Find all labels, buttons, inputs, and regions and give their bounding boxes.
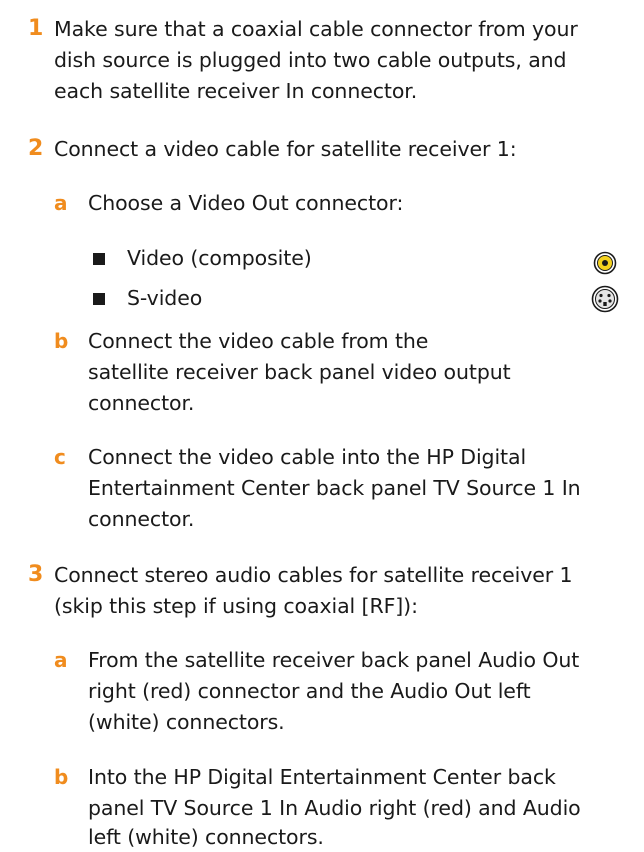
bullet-square: [93, 293, 105, 305]
step-number-1: 1: [28, 16, 44, 41]
substep-3b-line-2: panel TV Source 1 In Audio right (red) a…: [88, 796, 581, 820]
substep-letter-3a: a: [54, 648, 68, 672]
substep-letter-2b: b: [54, 329, 69, 353]
substep-letter-2c: c: [54, 445, 66, 469]
bullet-video-composite: Video (composite): [127, 246, 312, 270]
step-3-line-1: Connect stereo audio cables for satellit…: [54, 563, 573, 587]
substep-2a-line-1: Choose a Video Out connector:: [88, 191, 404, 215]
substep-letter-3b: b: [54, 765, 69, 789]
step-2-line-1: Connect a video cable for satellite rece…: [54, 137, 517, 161]
substep-3b-line-3: left (white) connectors.: [88, 825, 324, 849]
substep-3a-line-3: (white) connectors.: [88, 710, 285, 734]
step-1-line-1: Make sure that a coaxial cable connector…: [54, 17, 578, 41]
substep-2b-line-2: satellite receiver back panel video outp…: [88, 360, 511, 384]
substep-2b-line-3: connector.: [88, 391, 195, 415]
step-number-2: 2: [28, 136, 44, 161]
bullet-square: [93, 253, 105, 265]
substep-2c-line-1: Connect the video cable into the HP Digi…: [88, 445, 527, 469]
substep-2c-line-3: connector.: [88, 507, 195, 531]
bullet-s-video: S-video: [127, 286, 203, 310]
substep-2b-line-1: Connect the video cable from the: [88, 329, 429, 353]
composite-video-connector-icon: [593, 251, 617, 275]
substep-3a-line-1: From the satellite receiver back panel A…: [88, 648, 580, 672]
step-1-line-3: each satellite receiver In connector.: [54, 79, 418, 103]
substep-letter-2a: a: [54, 191, 68, 215]
step-number-3: 3: [28, 562, 44, 587]
substep-2c-line-2: Entertainment Center back panel TV Sourc…: [88, 476, 581, 500]
step-1-line-2: dish source is plugged into two cable ou…: [54, 48, 567, 72]
step-3-line-2: (skip this step if using coaxial [RF]):: [54, 594, 418, 618]
s-video-connector-icon: [591, 285, 619, 313]
substep-3b-line-1: Into the HP Digital Entertainment Center…: [88, 765, 556, 789]
substep-3a-line-2: right (red) connector and the Audio Out …: [88, 679, 531, 703]
